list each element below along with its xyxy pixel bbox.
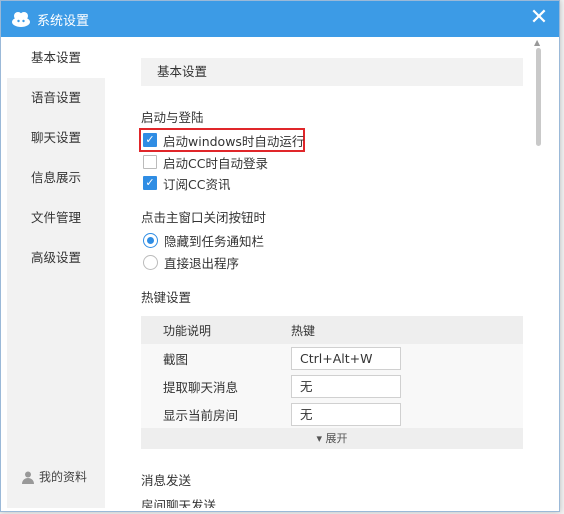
autorun-label: 启动windows时自动运行 <box>163 133 305 149</box>
checkbox-unchecked-icon <box>143 155 157 169</box>
autologin-label: 启动CC时自动登录 <box>163 155 268 171</box>
hide-to-tray-label: 隐藏到任务通知栏 <box>164 233 265 249</box>
my-profile-link[interactable]: 我的资料 <box>21 468 87 485</box>
checkbox-checked-icon: ✓ <box>143 176 157 190</box>
hotkey-input[interactable]: 无 <box>291 374 401 398</box>
window-title: 系统设置 <box>37 13 90 29</box>
close-icon[interactable]: ✕ <box>527 7 551 31</box>
title-bar: 系统设置 ✕ <box>1 1 559 37</box>
hotkeys-heading: 热键设置 <box>141 290 192 305</box>
section-title: 基本设置 <box>141 58 523 86</box>
sidebar-item-voice[interactable]: 语音设置 <box>7 78 105 118</box>
sidebar-item-chat[interactable]: 聊天设置 <box>7 118 105 158</box>
hotkey-name: 提取聊天消息 <box>163 379 239 395</box>
expand-label: 展开 <box>325 432 348 445</box>
sidebar-item-basic[interactable]: 基本设置 <box>7 38 105 78</box>
subscribe-checkbox[interactable]: ✓ 订阅CC资讯 <box>143 173 230 193</box>
sidebar-item-info[interactable]: 信息展示 <box>7 158 105 198</box>
sidebar: 基本设置 语音设置 聊天设置 信息展示 文件管理 高级设置 我的资料 <box>7 38 105 508</box>
expand-button[interactable]: ▾ 展开 <box>141 428 523 449</box>
user-icon <box>21 470 35 484</box>
col-function: 功能说明 <box>163 323 212 338</box>
hotkey-table-header: 功能说明 热键 <box>141 316 523 344</box>
table-row: 提取聊天消息 无 <box>141 372 523 400</box>
close-behavior-heading: 点击主窗口关闭按钮时 <box>141 210 267 225</box>
autologin-checkbox[interactable]: 启动CC时自动登录 <box>143 152 268 172</box>
hotkey-input[interactable]: Ctrl+Alt+W <box>291 346 401 370</box>
my-profile-label: 我的资料 <box>39 470 88 484</box>
hotkey-name: 截图 <box>163 351 189 367</box>
sidebar-item-advanced[interactable]: 高级设置 <box>7 238 105 278</box>
table-row: 截图 Ctrl+Alt+W <box>141 344 523 372</box>
scrollbar[interactable]: ▲ <box>533 38 543 508</box>
message-heading: 消息发送 <box>141 473 192 488</box>
scrollbar-thumb[interactable] <box>536 48 541 146</box>
checkbox-checked-icon: ✓ <box>143 133 157 147</box>
exit-program-radio[interactable]: 直接退出程序 <box>143 252 239 272</box>
settings-window: 系统设置 ✕ 基本设置 语音设置 聊天设置 信息展示 文件管理 高级设置 我的资… <box>0 0 560 512</box>
col-hotkey: 热键 <box>291 323 316 338</box>
exit-program-label: 直接退出程序 <box>164 255 240 271</box>
settings-content: 基本设置 启动与登陆 ✓ 启动windows时自动运行 启动CC时自动登录 ✓ … <box>105 38 545 508</box>
subscribe-label: 订阅CC资讯 <box>163 176 231 192</box>
startup-heading: 启动与登陆 <box>141 110 204 125</box>
table-row: 显示当前房间 无 <box>141 400 523 428</box>
message-sub-heading: 房间聊天发送 <box>141 498 217 508</box>
caret-down-icon: ▾ <box>316 432 323 445</box>
scroll-up-icon[interactable]: ▲ <box>534 38 540 47</box>
hotkey-table: 功能说明 热键 截图 Ctrl+Alt+W 提取聊天消息 无 显示当前房间 无 … <box>141 316 523 449</box>
app-logo-icon <box>11 10 31 28</box>
radio-selected-icon <box>143 232 158 248</box>
autorun-checkbox[interactable]: ✓ 启动windows时自动运行 <box>143 130 304 150</box>
hotkey-name: 显示当前房间 <box>163 407 239 423</box>
hotkey-input[interactable]: 无 <box>291 402 401 426</box>
radio-unselected-icon <box>143 254 158 270</box>
hide-to-tray-radio[interactable]: 隐藏到任务通知栏 <box>143 230 264 250</box>
sidebar-item-files[interactable]: 文件管理 <box>7 198 105 238</box>
